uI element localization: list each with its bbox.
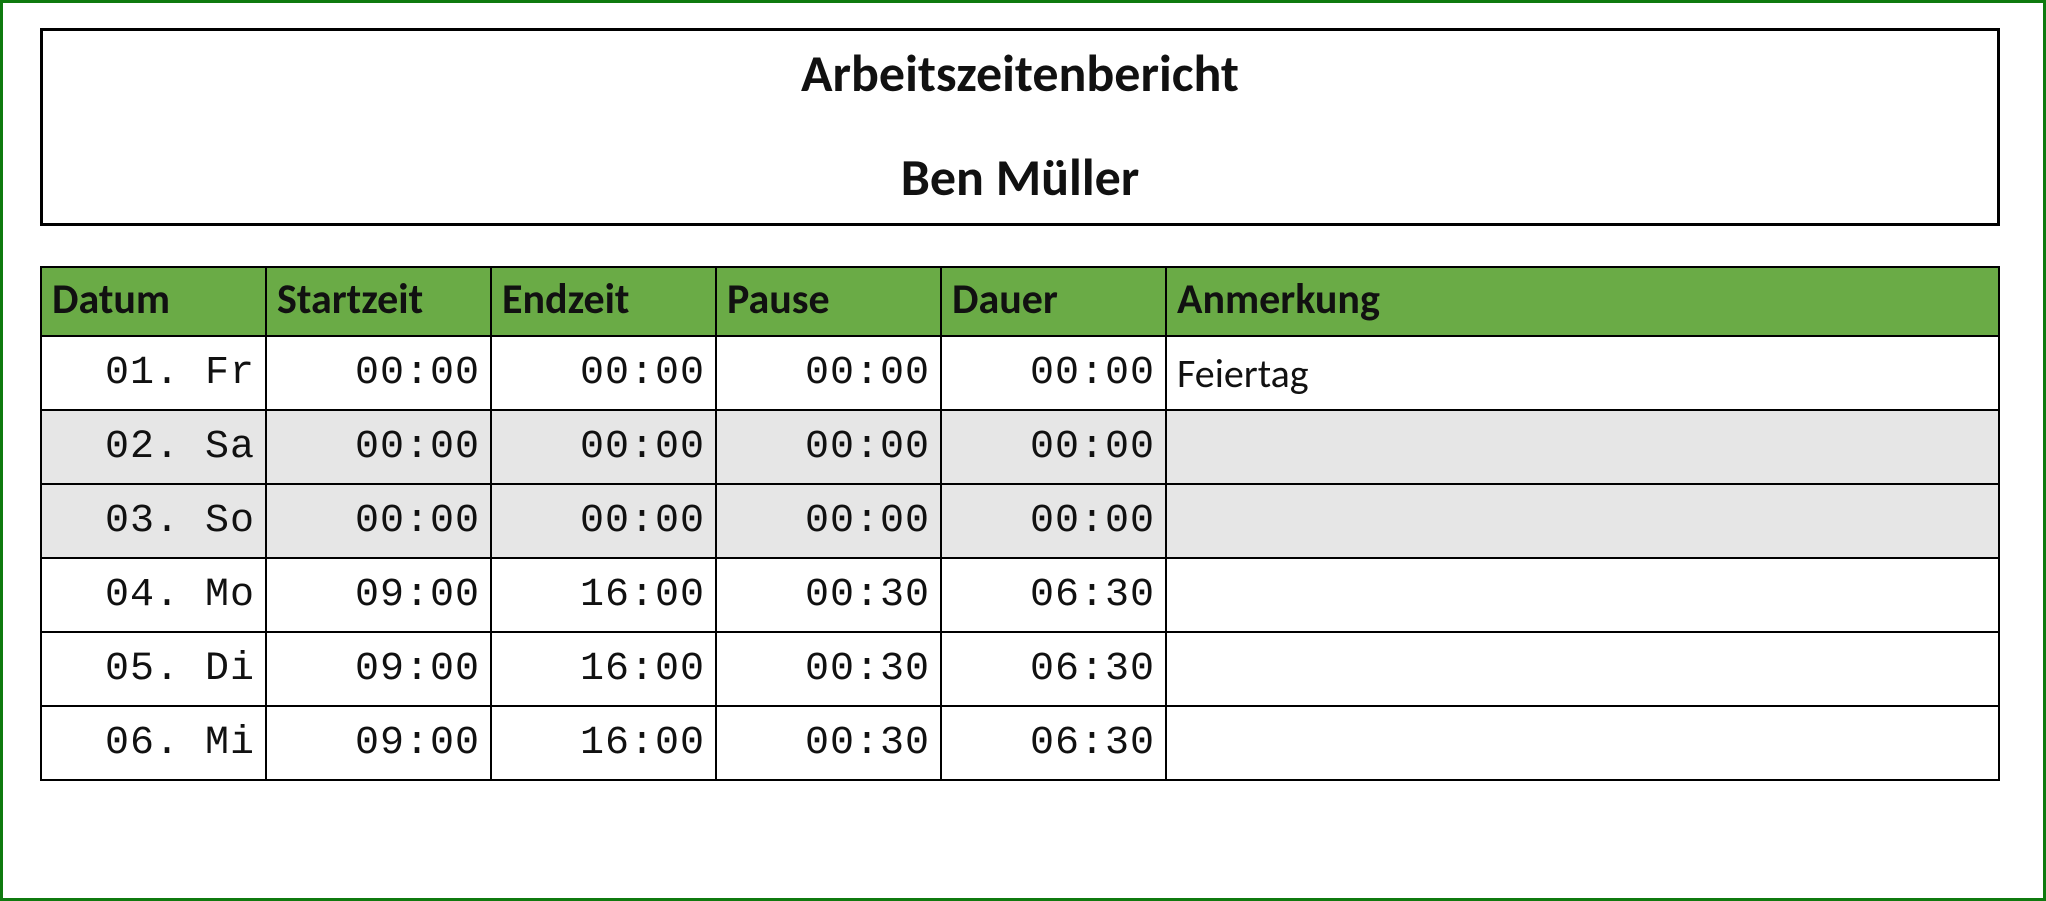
cell-note — [1166, 632, 1999, 706]
cell-date: 04. Mo — [41, 558, 266, 632]
table-row: 06. Mi09:0016:0000:3006:30 — [41, 706, 1999, 780]
cell-date: 03. So — [41, 484, 266, 558]
cell-start: 00:00 — [266, 410, 491, 484]
cell-pause: 00:30 — [716, 558, 941, 632]
employee-name: Ben Müller — [43, 145, 1997, 223]
cell-note — [1166, 706, 1999, 780]
timesheet-table: Datum Startzeit Endzeit Pause Dauer Anme… — [40, 266, 2000, 781]
cell-end: 16:00 — [491, 706, 716, 780]
cell-start: 00:00 — [266, 484, 491, 558]
cell-date: 05. Di — [41, 632, 266, 706]
cell-duration: 00:00 — [941, 410, 1166, 484]
page-content: Arbeitszeitenbericht Ben Müller Datum St… — [40, 28, 2000, 781]
cell-note — [1166, 484, 1999, 558]
col-end: Endzeit — [491, 267, 716, 336]
cell-date: 01. Fr — [41, 336, 266, 410]
col-date: Datum — [41, 267, 266, 336]
cell-end: 00:00 — [491, 410, 716, 484]
cell-duration: 00:00 — [941, 484, 1166, 558]
cell-duration: 00:00 — [941, 336, 1166, 410]
cell-end: 16:00 — [491, 558, 716, 632]
cell-note — [1166, 558, 1999, 632]
table-row: 04. Mo09:0016:0000:3006:30 — [41, 558, 1999, 632]
table-row: 05. Di09:0016:0000:3006:30 — [41, 632, 1999, 706]
cell-start: 00:00 — [266, 336, 491, 410]
cell-start: 09:00 — [266, 632, 491, 706]
cell-end: 00:00 — [491, 484, 716, 558]
cell-pause: 00:00 — [716, 410, 941, 484]
cell-duration: 06:30 — [941, 706, 1166, 780]
col-start: Startzeit — [266, 267, 491, 336]
col-pause: Pause — [716, 267, 941, 336]
cell-pause: 00:30 — [716, 706, 941, 780]
col-note: Anmerkung — [1166, 267, 1999, 336]
cell-date: 02. Sa — [41, 410, 266, 484]
title-box: Arbeitszeitenbericht Ben Müller — [40, 28, 2000, 226]
report-title: Arbeitszeitenbericht — [43, 31, 1997, 145]
table-row: 01. Fr00:0000:0000:0000:00Feiertag — [41, 336, 1999, 410]
spacer — [40, 226, 2000, 266]
table-row: 03. So00:0000:0000:0000:00 — [41, 484, 1999, 558]
cell-end: 00:00 — [491, 336, 716, 410]
cell-start: 09:00 — [266, 706, 491, 780]
cell-pause: 00:30 — [716, 632, 941, 706]
table-row: 02. Sa00:0000:0000:0000:00 — [41, 410, 1999, 484]
cell-pause: 00:00 — [716, 484, 941, 558]
cell-start: 09:00 — [266, 558, 491, 632]
cell-end: 16:00 — [491, 632, 716, 706]
cell-note: Feiertag — [1166, 336, 1999, 410]
cell-date: 06. Mi — [41, 706, 266, 780]
table-header-row: Datum Startzeit Endzeit Pause Dauer Anme… — [41, 267, 1999, 336]
cell-note — [1166, 410, 1999, 484]
cell-pause: 00:00 — [716, 336, 941, 410]
cell-duration: 06:30 — [941, 632, 1166, 706]
col-duration: Dauer — [941, 267, 1166, 336]
cell-duration: 06:30 — [941, 558, 1166, 632]
